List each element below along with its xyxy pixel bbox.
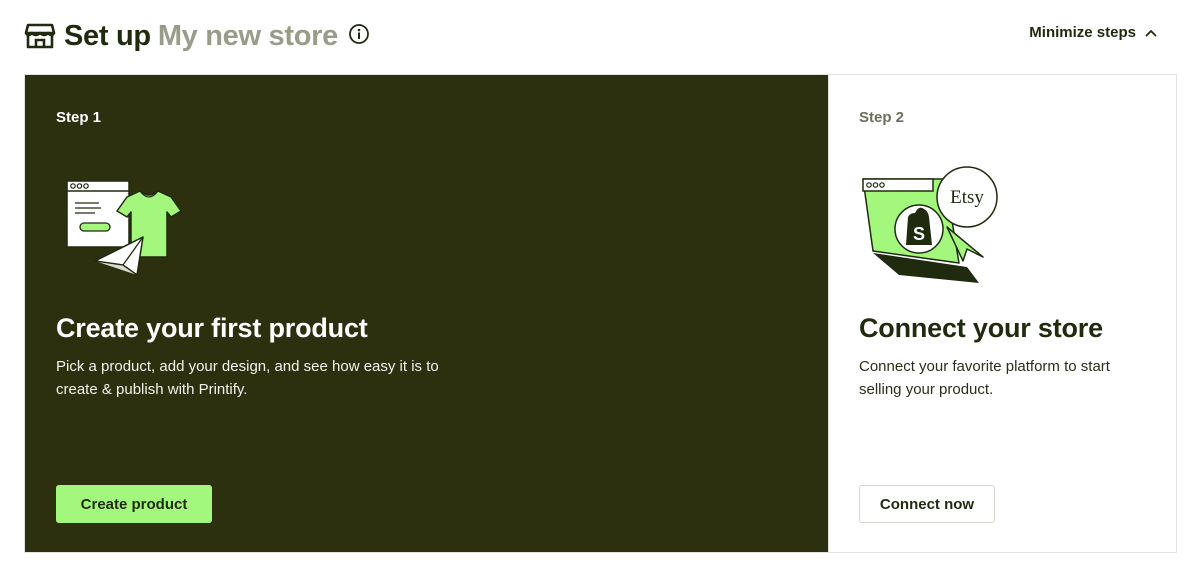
chevron-up-icon (1145, 29, 1157, 36)
step-card-create-product: Step 1 Create your first product Pick a … (25, 75, 828, 552)
setup-header: Set up My new store Minimize steps (24, 14, 1176, 58)
info-icon[interactable] (348, 23, 370, 45)
step-description: Connect your favorite platform to start … (859, 358, 1110, 398)
minimize-steps-label: Minimize steps (1029, 24, 1136, 41)
step-description: Pick a product, add your design, and see… (56, 358, 439, 398)
step-card-connect-store: Step 2 S Etsy Connect your store Connect… (828, 75, 1176, 552)
setup-steps: Step 1 Create your first product Pick a … (24, 74, 1177, 553)
svg-text:S: S (913, 224, 925, 244)
page-title: Set up My new store (64, 18, 338, 54)
step-label: Step 1 (56, 109, 102, 126)
step-title: Create your first product (56, 313, 368, 343)
minimize-steps-button[interactable]: Minimize steps (1029, 24, 1158, 41)
store-platforms-illustration: S Etsy (862, 166, 998, 283)
title-prefix: Set up (64, 20, 151, 52)
etsy-badge-text: Etsy (950, 187, 984, 208)
product-design-illustration (66, 180, 182, 276)
connect-now-button[interactable]: Connect now (859, 485, 995, 523)
store-name: My new store (157, 20, 338, 52)
step-label: Step 2 (859, 109, 905, 126)
step-title: Connect your store (859, 313, 1103, 343)
store-icon (24, 23, 56, 49)
create-product-button[interactable]: Create product (56, 485, 212, 523)
